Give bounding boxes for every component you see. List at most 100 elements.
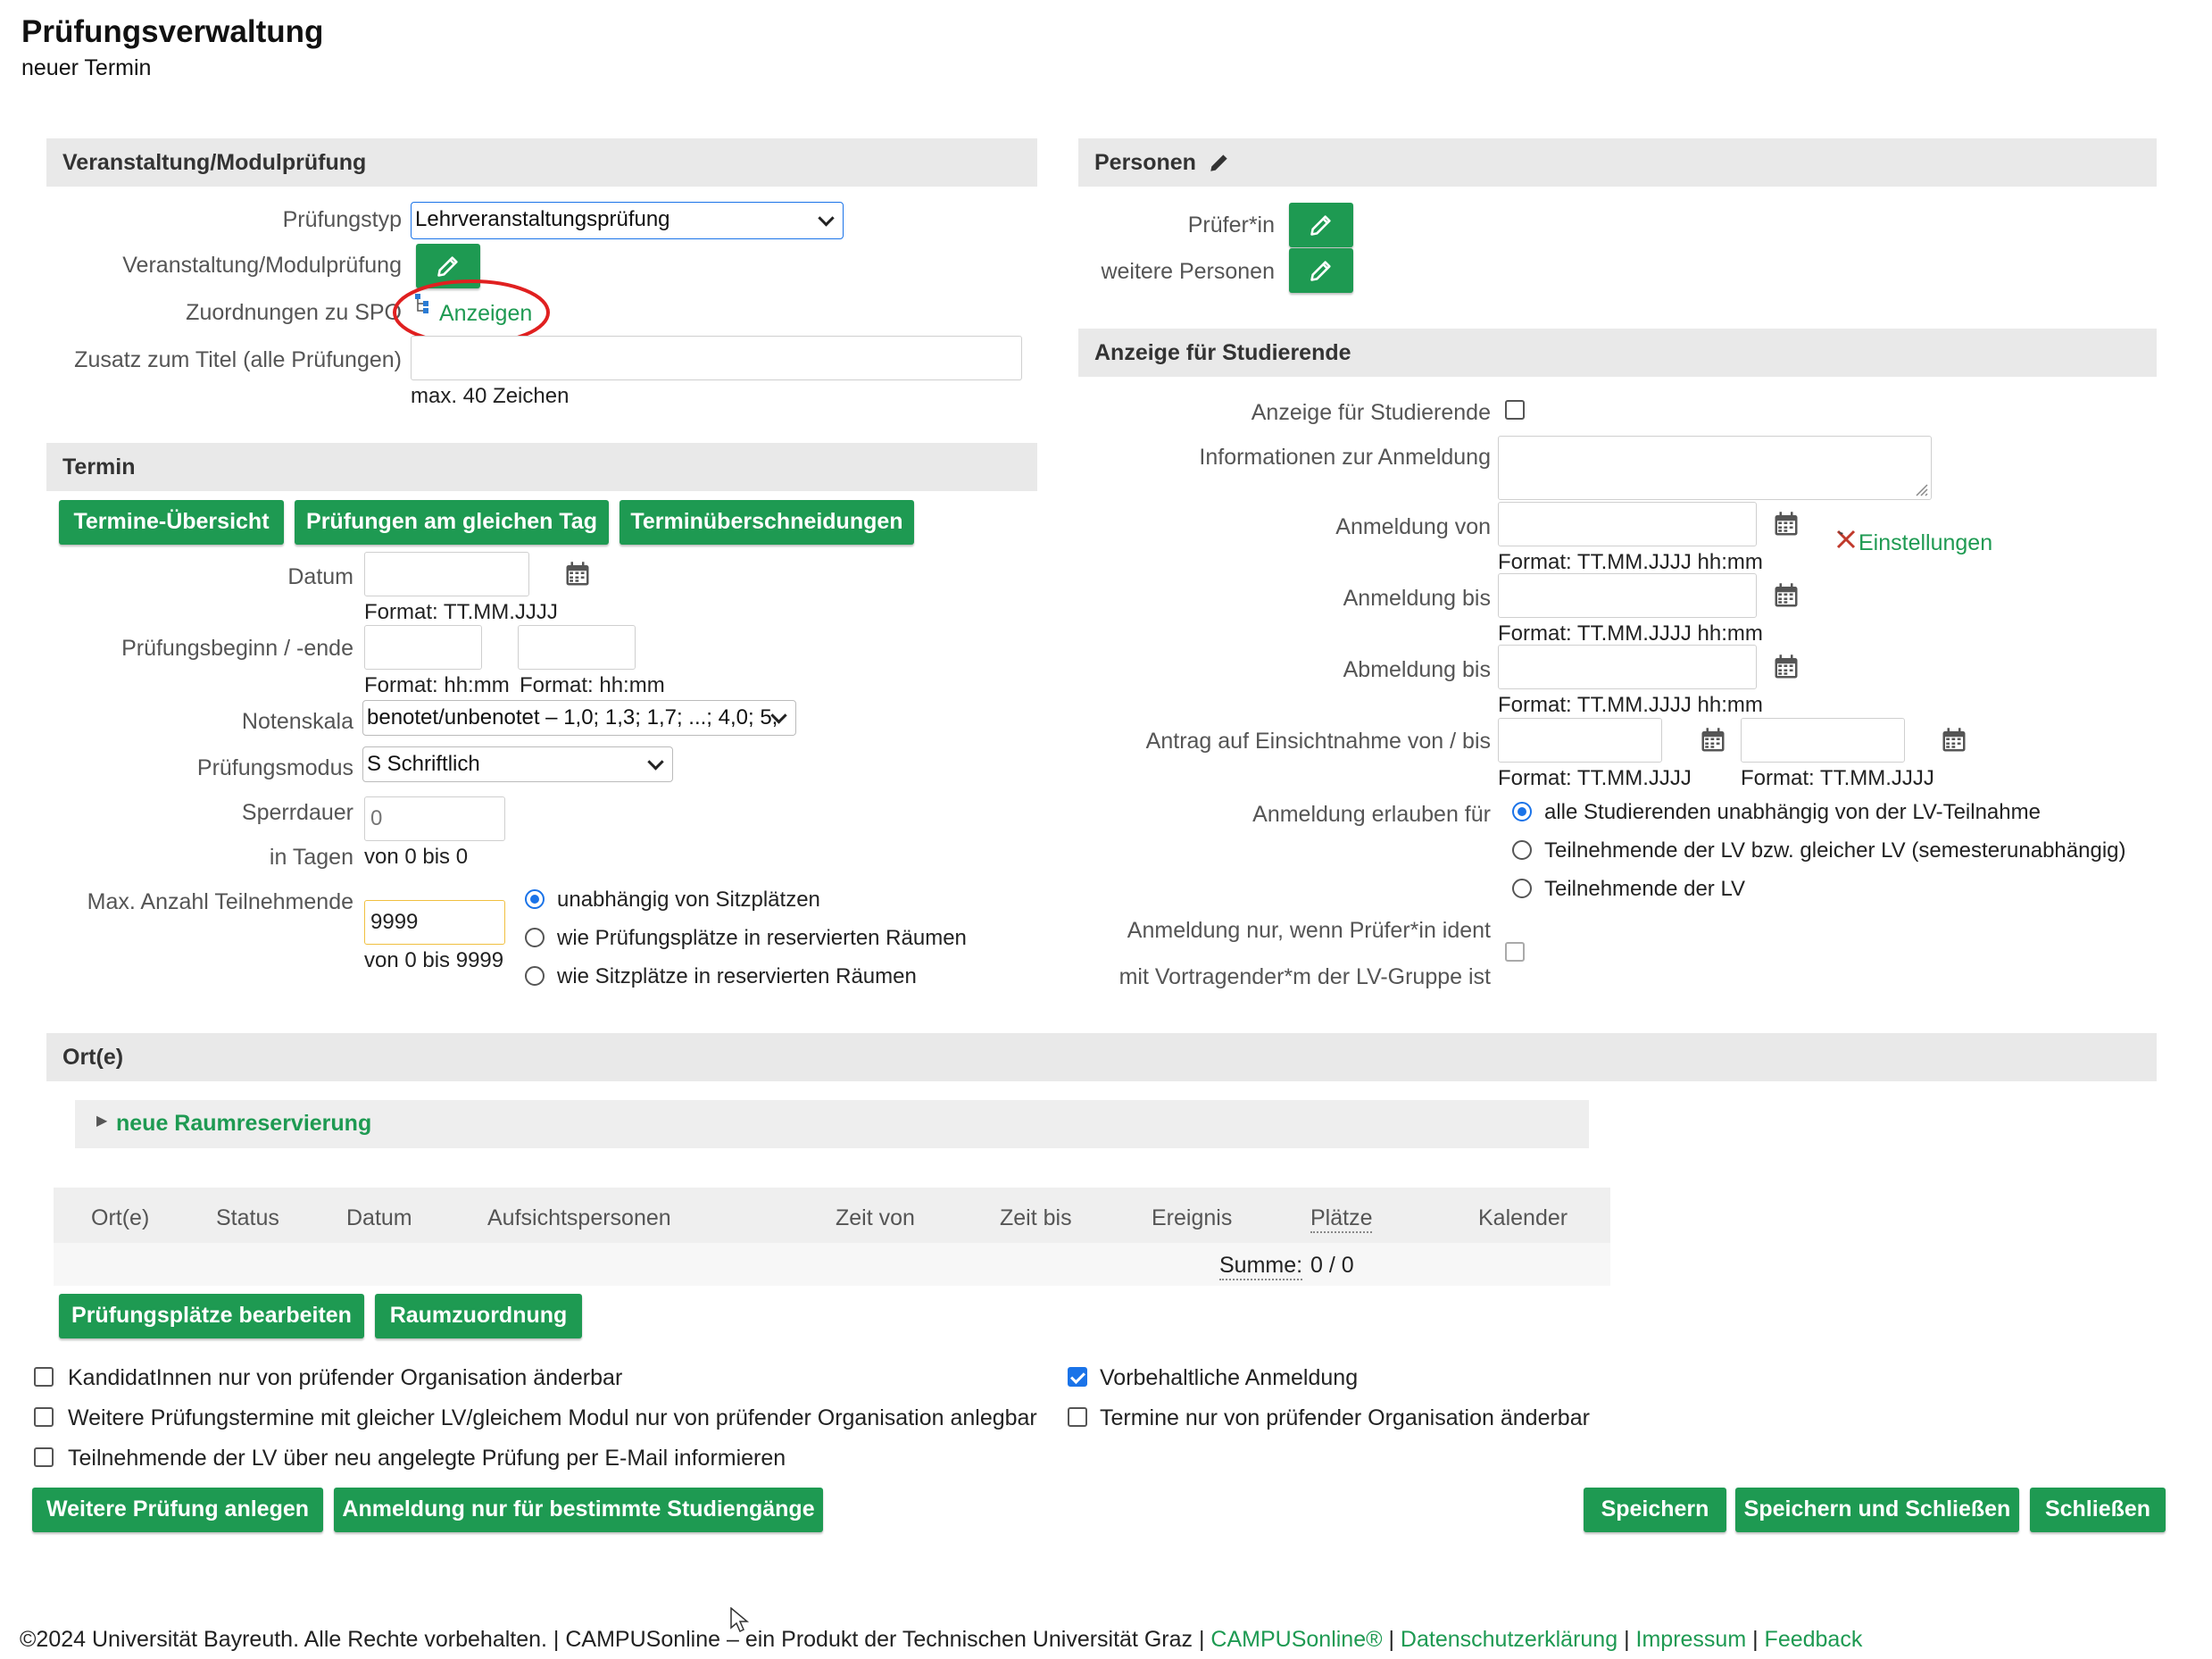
anmeldung-von-input[interactable] (1498, 502, 1757, 546)
triangle-right-icon: ▶ (96, 1113, 108, 1129)
abmeldung-bis-format: Format: TT.MM.JJJJ hh:mm (1498, 693, 1763, 717)
anzeige-studierende-label: Anzeige für Studierende (1251, 400, 1491, 425)
col-ereignis: Ereignis (1152, 1205, 1233, 1230)
weitere-termine-checkbox[interactable] (34, 1407, 54, 1427)
radio-unabhaengig[interactable] (525, 889, 545, 909)
vorbehaltliche-anmeldung-checkbox[interactable] (1068, 1367, 1087, 1387)
email-informieren-checkbox[interactable] (34, 1447, 54, 1467)
speichern-button[interactable]: Speichern (1584, 1488, 1726, 1532)
sperrdauer-input[interactable] (364, 796, 505, 841)
page-title: Prüfungsverwaltung (21, 14, 324, 49)
anmeldung-von-format: Format: TT.MM.JJJJ hh:mm (1498, 550, 1763, 574)
notenskala-label: Notenskala (241, 709, 353, 734)
terminueberschneidungen-button[interactable]: Terminüberschneidungen (620, 500, 914, 545)
info-anmeldung-label: Informationen zur Anmeldung (1199, 445, 1491, 470)
pencil-icon[interactable] (1208, 151, 1231, 174)
max-teilnehmende-label: Max. Anzahl Teilnehmende (87, 889, 353, 914)
zusatz-input[interactable] (411, 336, 1022, 380)
col-zeit-bis: Zeit bis (1000, 1205, 1072, 1230)
anmeldung-bis-format: Format: TT.MM.JJJJ hh:mm (1498, 621, 1763, 646)
section-anzeige: Anzeige für Studierende (1078, 329, 2157, 377)
pruefungstyp-label: Prüfungstyp (282, 207, 402, 232)
info-anmeldung-textarea[interactable] (1498, 436, 1932, 500)
schliessen-button[interactable]: Schließen (2030, 1488, 2166, 1532)
footer-link-feedback[interactable]: Feedback (1765, 1627, 1863, 1652)
radio-teilnehmende-lv[interactable] (1512, 879, 1532, 898)
calendar-icon[interactable] (1700, 727, 1726, 754)
page-subtitle: neuer Termin (21, 55, 152, 80)
antrag-bis-format: Format: TT.MM.JJJJ (1741, 766, 1934, 790)
calendar-icon[interactable] (564, 561, 591, 588)
calendar-icon[interactable] (1773, 582, 1800, 609)
pruefungstyp-select[interactable]: Lehrveranstaltungsprüfung (411, 202, 844, 239)
sperrdauer-range: von 0 bis 0 (364, 845, 469, 869)
col-aufsichtspersonen: Aufsichtspersonen (487, 1205, 671, 1230)
pruefer-ident-checkbox[interactable] (1505, 942, 1525, 962)
weitere-personen-edit-button[interactable] (1289, 248, 1353, 293)
pruefungen-gleicher-tag-button[interactable]: Prüfungen am gleichen Tag (295, 500, 609, 545)
sperrdauer-label: Sperrdauer (241, 800, 353, 825)
in-tagen-label: in Tagen (269, 845, 353, 870)
antrag-von-input[interactable] (1498, 718, 1662, 763)
kandidaten-checkbox[interactable] (34, 1367, 54, 1387)
anmeldung-studiengaenge-button[interactable]: Anmeldung nur für bestimmte Studiengänge (334, 1488, 823, 1532)
footer-link-impressum[interactable]: Impressum (1636, 1627, 1747, 1652)
ende-input[interactable] (518, 625, 636, 670)
pruefungsmodus-value: S Schriftlich (367, 752, 480, 776)
footer-link-campusonline[interactable]: CAMPUSonline® (1210, 1627, 1382, 1652)
calendar-icon[interactable] (1941, 727, 1967, 754)
zusatz-label: Zusatz zum Titel (alle Prüfungen) (74, 347, 402, 372)
pruefungstyp-value: Lehrveranstaltungsprüfung (415, 207, 670, 231)
section-orte: Ort(e) (46, 1033, 2157, 1081)
pruefer-ident-label-1: Anmeldung nur, wenn Prüfer*in ident (1127, 918, 1491, 943)
termine-aenderbar-checkbox[interactable] (1068, 1407, 1087, 1427)
beginn-ende-label: Prüfungsbeginn / -ende (121, 636, 353, 661)
calendar-icon[interactable] (1773, 511, 1800, 538)
anmeldung-bis-label: Anmeldung bis (1343, 586, 1491, 611)
termine-uebersicht-button[interactable]: Termine-Übersicht (59, 500, 284, 545)
pencil-icon (1310, 261, 1331, 281)
pruefer-label: Prüfer*in (1187, 213, 1275, 238)
neue-raumreservierung-link[interactable]: neue Raumreservierung (116, 1111, 371, 1137)
weitere-pruefung-button[interactable]: Weitere Prüfung anlegen (32, 1488, 323, 1532)
summe-value: 0 / 0 (1310, 1253, 1354, 1278)
datum-format: Format: TT.MM.JJJJ (364, 600, 558, 624)
tools-icon (1836, 529, 1856, 549)
datum-label: Datum (287, 564, 353, 589)
radio-pruefungsplaetze-label: wie Prüfungsplätze in reservierten Räume… (557, 926, 967, 950)
zusatz-hint: max. 40 Zeichen (411, 384, 570, 408)
table-summe-row (54, 1243, 1610, 1286)
raumzuordnung-button[interactable]: Raumzuordnung (375, 1294, 582, 1338)
datum-input[interactable] (364, 552, 529, 596)
anmeldung-bis-input[interactable] (1498, 573, 1757, 618)
antrag-von-format: Format: TT.MM.JJJJ (1498, 766, 1692, 790)
ende-format: Format: hh:mm (520, 673, 665, 697)
pruefungsmodus-select[interactable]: S Schriftlich (362, 746, 673, 782)
pruefer-ident-label-2: mit Vortragender*m der LV-Gruppe ist (1118, 964, 1491, 989)
speichern-schliessen-button[interactable]: Speichern und Schließen (1735, 1488, 2019, 1532)
resize-handle-icon[interactable] (1913, 481, 1929, 497)
einstellungen-link[interactable]: Einstellungen (1859, 530, 1992, 556)
radio-sitzplaetze[interactable] (525, 966, 545, 986)
pruefer-edit-button[interactable] (1289, 203, 1353, 247)
radio-pruefungsplaetze[interactable] (525, 928, 545, 947)
col-zeit-von: Zeit von (836, 1205, 915, 1230)
radio-teilnehmende-gleicher-lv[interactable] (1512, 840, 1532, 860)
neue-raumreservierung-bar[interactable]: ▶ neue Raumreservierung (75, 1100, 1589, 1148)
zuordnungen-label: Zuordnungen zu SPO (186, 300, 402, 325)
beginn-input[interactable] (364, 625, 482, 670)
summe-label: Summe: (1219, 1253, 1303, 1280)
abmeldung-bis-input[interactable] (1498, 645, 1757, 689)
antrag-bis-input[interactable] (1741, 718, 1905, 763)
kandidaten-label: KandidatInnen nur von prüfender Organisa… (68, 1365, 623, 1390)
calendar-icon[interactable] (1773, 654, 1800, 680)
anzeige-studierende-checkbox[interactable] (1505, 400, 1525, 420)
max-teilnehmende-input[interactable] (364, 900, 505, 945)
col-status: Status (216, 1205, 279, 1230)
footer-link-datenschutz[interactable]: Datenschutzerklärung (1401, 1627, 1617, 1652)
radio-alle-studierenden[interactable] (1512, 802, 1532, 821)
radio-teilnehmende-gleicher-lv-label: Teilnehmende der LV bzw. gleicher LV (se… (1544, 838, 2126, 863)
pruefungsplaetze-bearbeiten-button[interactable]: Prüfungsplätze bearbeiten (59, 1294, 364, 1338)
notenskala-select[interactable]: benotet/unbenotet – 1,0; 1,3; 1,7; ...; … (362, 700, 796, 736)
footer: ©2024 Universität Bayreuth. Alle Rechte … (20, 1627, 1863, 1652)
